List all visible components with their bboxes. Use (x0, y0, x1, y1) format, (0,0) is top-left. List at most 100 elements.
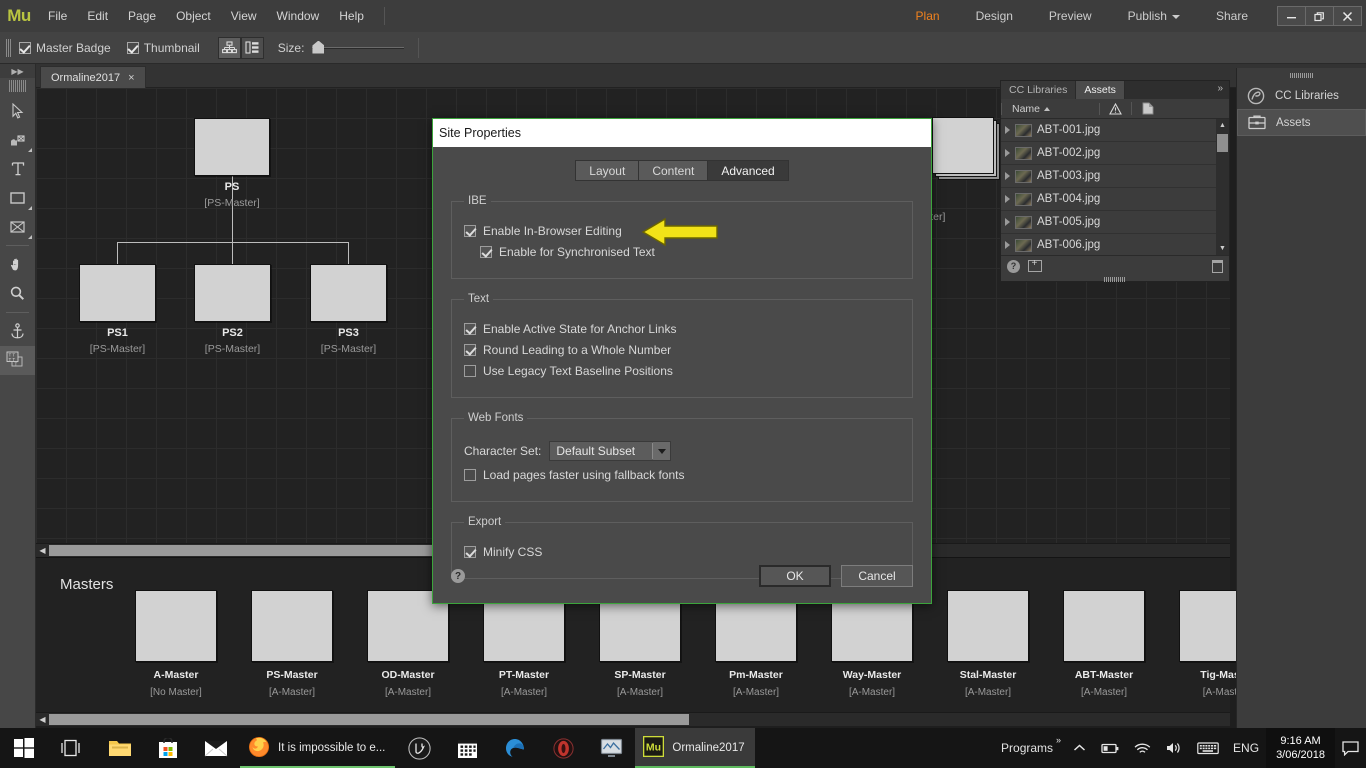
menu-view[interactable]: View (221, 0, 267, 32)
dialog-tab-advanced[interactable]: Advanced (707, 160, 789, 181)
menu-page[interactable]: Page (118, 0, 166, 32)
list-item[interactable]: ABT-002.jpg (1001, 142, 1229, 165)
master-thumbnail[interactable] (947, 590, 1029, 662)
master-item-stal[interactable]: Stal-Master [A-Master] (947, 590, 1029, 698)
page-node-ps1[interactable]: PS1 [PS-Master] (79, 264, 156, 355)
dock-item-cc-libraries[interactable]: CC Libraries (1237, 82, 1366, 109)
keyboard-icon[interactable] (1190, 741, 1226, 755)
checkbox-enable-active-state-anchor-links[interactable]: Enable Active State for Anchor Links (464, 322, 900, 336)
anchor-tool[interactable] (0, 317, 35, 346)
taskbar-app-firefox[interactable]: It is impossible to e... (240, 728, 396, 768)
expand-triangle-icon[interactable] (1005, 195, 1010, 203)
hand-tool[interactable] (0, 250, 35, 279)
page-node-ps2[interactable]: PS2 [PS-Master] (194, 264, 271, 355)
master-badge-checkbox[interactable]: Master Badge (19, 41, 111, 55)
master-item-a[interactable]: A-Master [No Master] (135, 590, 217, 698)
task-view-button[interactable] (48, 728, 96, 768)
master-item-pt[interactable]: PT-Master [A-Master] (483, 590, 565, 698)
menu-help[interactable]: Help (329, 0, 374, 32)
master-thumbnail[interactable] (1063, 590, 1145, 662)
dialog-tab-content[interactable]: Content (638, 160, 708, 181)
page-stack-front[interactable] (932, 117, 994, 174)
character-set-select[interactable]: Default Subset (549, 441, 672, 461)
text-style-tool[interactable]: T T T T T (0, 346, 35, 375)
mode-tab-share[interactable]: Share (1198, 0, 1266, 32)
restore-button[interactable] (1305, 6, 1334, 26)
scroll-left-icon[interactable]: ◀ (36, 713, 49, 727)
edge-icon[interactable] (491, 728, 539, 768)
selection-tool[interactable] (0, 96, 35, 125)
page-node-ps3[interactable]: PS3 [PS-Master] (310, 264, 387, 355)
column-file[interactable] (1131, 102, 1163, 115)
dock-item-assets[interactable]: Assets (1237, 109, 1366, 136)
start-button[interactable] (0, 728, 48, 768)
trash-icon[interactable] (1212, 259, 1223, 273)
master-item-abt[interactable]: ABT-Master [A-Master] (1063, 590, 1145, 698)
zoom-tool[interactable] (0, 279, 35, 308)
thumbnail-checkbox[interactable]: Thumbnail (126, 41, 200, 55)
tray-overflow-icon[interactable]: » (1056, 735, 1061, 745)
toolbar-grip[interactable] (8, 80, 27, 92)
origin-game-icon[interactable] (539, 728, 587, 768)
image-frame-tool[interactable] (0, 212, 35, 241)
scrollbar-thumb[interactable] (1217, 134, 1228, 152)
ok-button[interactable]: OK (759, 565, 831, 587)
programs-tray-label[interactable]: Programs » (988, 735, 1066, 755)
expand-triangle-icon[interactable] (1005, 172, 1010, 180)
unreal-engine-icon[interactable] (395, 728, 443, 768)
volume-icon[interactable] (1158, 741, 1190, 755)
master-item-sp[interactable]: SP-Master [A-Master] (599, 590, 681, 698)
add-asset-icon[interactable] (1028, 258, 1042, 272)
microsoft-store-icon[interactable] (144, 728, 192, 768)
mail-icon[interactable] (192, 728, 240, 768)
scroll-up-icon[interactable]: ▲ (1216, 119, 1229, 132)
master-thumbnail[interactable] (135, 590, 217, 662)
assets-list[interactable]: ABT-001.jpg ABT-002.jpg ABT-003.jpg ABT-… (1001, 119, 1229, 255)
expand-triangle-icon[interactable] (1005, 149, 1010, 157)
checkbox-load-pages-faster-fallback-fonts[interactable]: Load pages faster using fallback fonts (464, 468, 900, 482)
chevron-down-icon[interactable] (653, 442, 671, 460)
expand-triangle-icon[interactable] (1005, 241, 1010, 249)
mode-tab-plan[interactable]: Plan (898, 0, 958, 32)
scroll-down-icon[interactable]: ▼ (1216, 242, 1229, 255)
clock[interactable]: 9:16 AM 3/06/2018 (1266, 728, 1335, 768)
list-item[interactable]: ABT-005.jpg (1001, 211, 1229, 234)
text-tool[interactable] (0, 154, 35, 183)
checkbox-use-legacy-text-baseline-positions[interactable]: Use Legacy Text Baseline Positions (464, 364, 900, 378)
list-item[interactable]: ABT-001.jpg (1001, 119, 1229, 142)
thumbnail-size-slider[interactable] (312, 40, 405, 56)
menu-file[interactable]: File (38, 0, 77, 32)
list-item[interactable]: ABT-004.jpg (1001, 188, 1229, 211)
tab-assets[interactable]: Assets (1076, 81, 1125, 99)
column-warning[interactable] (1099, 102, 1131, 115)
list-view-button[interactable] (240, 36, 264, 59)
mode-tab-publish[interactable]: Publish (1110, 0, 1198, 32)
calendar-icon[interactable] (443, 728, 491, 768)
taskbar-app-muse[interactable]: Mu Ormaline2017 (635, 728, 755, 768)
cancel-button[interactable]: Cancel (841, 565, 913, 587)
monitor-app-icon[interactable] (587, 728, 635, 768)
mode-tab-preview[interactable]: Preview (1031, 0, 1110, 32)
page-thumbnail[interactable] (310, 264, 387, 322)
toolbar-collapse-button[interactable]: ▶▶ (0, 64, 35, 78)
master-item-way[interactable]: Way-Master [A-Master] (831, 590, 913, 698)
rectangle-tool[interactable] (0, 183, 35, 212)
page-node-home[interactable]: PS [PS-Master] (194, 118, 270, 209)
page-thumbnail[interactable] (194, 118, 270, 176)
master-thumbnail[interactable] (251, 590, 333, 662)
scrollbar-thumb[interactable] (49, 714, 689, 725)
help-icon[interactable]: ? (451, 569, 465, 583)
master-item-ps[interactable]: PS-Master [A-Master] (251, 590, 333, 698)
page-thumbnail[interactable] (194, 264, 271, 322)
list-item[interactable]: ABT-006.jpg (1001, 234, 1229, 255)
tab-cc-libraries[interactable]: CC Libraries (1001, 81, 1077, 99)
expand-triangle-icon[interactable] (1005, 218, 1010, 226)
menu-object[interactable]: Object (166, 0, 221, 32)
document-tab[interactable]: Ormaline2017 × (40, 66, 146, 88)
mode-tab-design[interactable]: Design (958, 0, 1031, 32)
list-item[interactable]: ABT-003.jpg (1001, 165, 1229, 188)
battery-icon[interactable] (1093, 742, 1127, 755)
control-bar-grip[interactable] (6, 38, 11, 57)
wifi-icon[interactable] (1127, 742, 1158, 755)
menu-edit[interactable]: Edit (77, 0, 118, 32)
